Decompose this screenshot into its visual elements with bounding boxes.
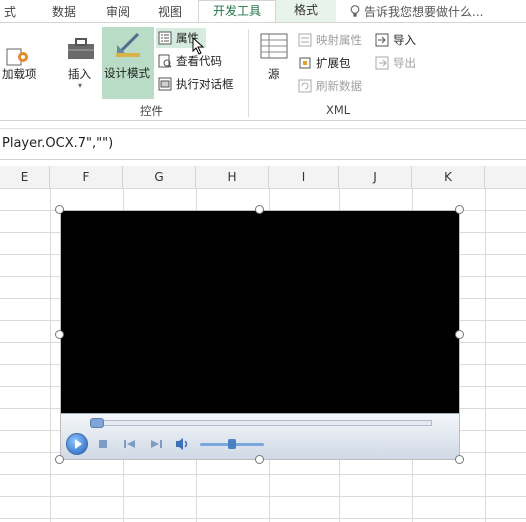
map-properties-button[interactable]: 映射属性 [298, 31, 362, 49]
column-header[interactable]: G [123, 166, 196, 188]
volume-thumb[interactable] [228, 439, 236, 449]
view-code-button[interactable]: 查看代码 [158, 52, 222, 70]
column-header[interactable]: J [339, 166, 412, 188]
xml-source-icon [260, 33, 288, 59]
toolbox-icon [68, 38, 94, 59]
previous-icon[interactable] [124, 439, 136, 449]
refresh-data-icon [298, 79, 312, 93]
expansion-packs-icon [299, 57, 311, 69]
column-header[interactable]: F [50, 166, 123, 188]
ribbon-tab-bar: 式 数据 审阅 视图 开发工具 格式 告诉我您想要做什么... [0, 0, 526, 23]
resize-handle[interactable] [255, 455, 264, 464]
view-code-icon [158, 54, 172, 68]
controls-group-label: 控件 [140, 104, 163, 118]
view-code-label: 查看代码 [176, 54, 222, 68]
map-properties-label: 映射属性 [316, 33, 362, 47]
import-icon [375, 33, 389, 47]
formula-text: Player.OCX.7","") [2, 136, 114, 151]
resize-handle[interactable] [55, 330, 64, 339]
seek-bar[interactable] [90, 420, 432, 426]
seek-thumb[interactable] [90, 418, 104, 428]
export-icon [375, 56, 389, 70]
column-header[interactable]: I [269, 166, 339, 188]
formula-bar[interactable]: Player.OCX.7","") [0, 128, 526, 160]
insert-button[interactable]: 插入 [68, 66, 91, 82]
tab-view[interactable]: 视图 [158, 3, 182, 20]
resize-handle[interactable] [255, 205, 264, 214]
tab-format[interactable]: 格式 [276, 0, 336, 22]
media-player-control[interactable] [60, 210, 460, 460]
properties-list-icon [158, 31, 172, 45]
play-button[interactable] [66, 433, 88, 455]
resize-handle[interactable] [455, 330, 464, 339]
export-label: 导出 [393, 56, 416, 70]
design-mode-ruler-icon [115, 32, 140, 57]
export-button[interactable]: 导出 [375, 54, 416, 72]
run-dialog-icon [158, 77, 172, 91]
tell-me-search[interactable]: 告诉我您想要做什么... [350, 3, 483, 20]
volume-icon[interactable] [175, 437, 191, 451]
insert-dropdown-icon[interactable]: ▾ [78, 81, 82, 90]
resize-handle[interactable] [455, 455, 464, 464]
tab-data[interactable]: 数据 [52, 3, 76, 20]
next-icon[interactable] [150, 439, 162, 449]
resize-handle[interactable] [55, 205, 64, 214]
video-area[interactable] [60, 210, 460, 413]
import-button[interactable]: 导入 [375, 31, 416, 49]
column-header[interactable]: K [412, 166, 485, 188]
tab-developer[interactable]: 开发工具 [198, 0, 276, 22]
player-control-bar [60, 413, 460, 460]
source-button[interactable]: 源 [268, 66, 280, 82]
import-label: 导入 [393, 33, 416, 47]
play-icon [75, 439, 82, 449]
addins-gear-icon [6, 48, 28, 66]
ribbon-panel: 加载项 插入 ▾ 设计模式 属性 查看代码 执行对话框 控件 源 映射属性 扩展… [0, 23, 526, 121]
tell-me-text: 告诉我您想要做什么... [364, 5, 484, 19]
design-mode-button[interactable]: 设计模式 [102, 27, 154, 99]
group-separator [248, 29, 249, 117]
grid-line [485, 188, 486, 522]
run-dialog-button[interactable]: 执行对话框 [158, 75, 234, 93]
tab-formulas[interactable]: 式 [4, 3, 16, 20]
addins-button[interactable]: 加载项 [2, 66, 37, 82]
resize-handle[interactable] [455, 205, 464, 214]
column-header[interactable]: H [196, 166, 269, 188]
resize-handle[interactable] [55, 455, 64, 464]
design-mode-label: 设计模式 [104, 66, 150, 80]
column-header[interactable]: E [0, 166, 50, 188]
expansion-packs-button[interactable]: 扩展包 [298, 54, 351, 72]
stop-icon[interactable] [98, 439, 108, 449]
column-header-bar: E F G H I J K [0, 166, 526, 189]
refresh-data-button[interactable]: 刷新数据 [298, 77, 362, 95]
run-dialog-label: 执行对话框 [176, 77, 234, 91]
expansion-packs-label: 扩展包 [316, 56, 351, 70]
refresh-data-label: 刷新数据 [316, 79, 362, 93]
grid-line [50, 188, 51, 522]
tab-review[interactable]: 审阅 [106, 3, 130, 20]
xml-group-label: XML [326, 103, 351, 117]
lightbulb-icon [350, 5, 360, 17]
map-properties-icon [298, 33, 312, 47]
